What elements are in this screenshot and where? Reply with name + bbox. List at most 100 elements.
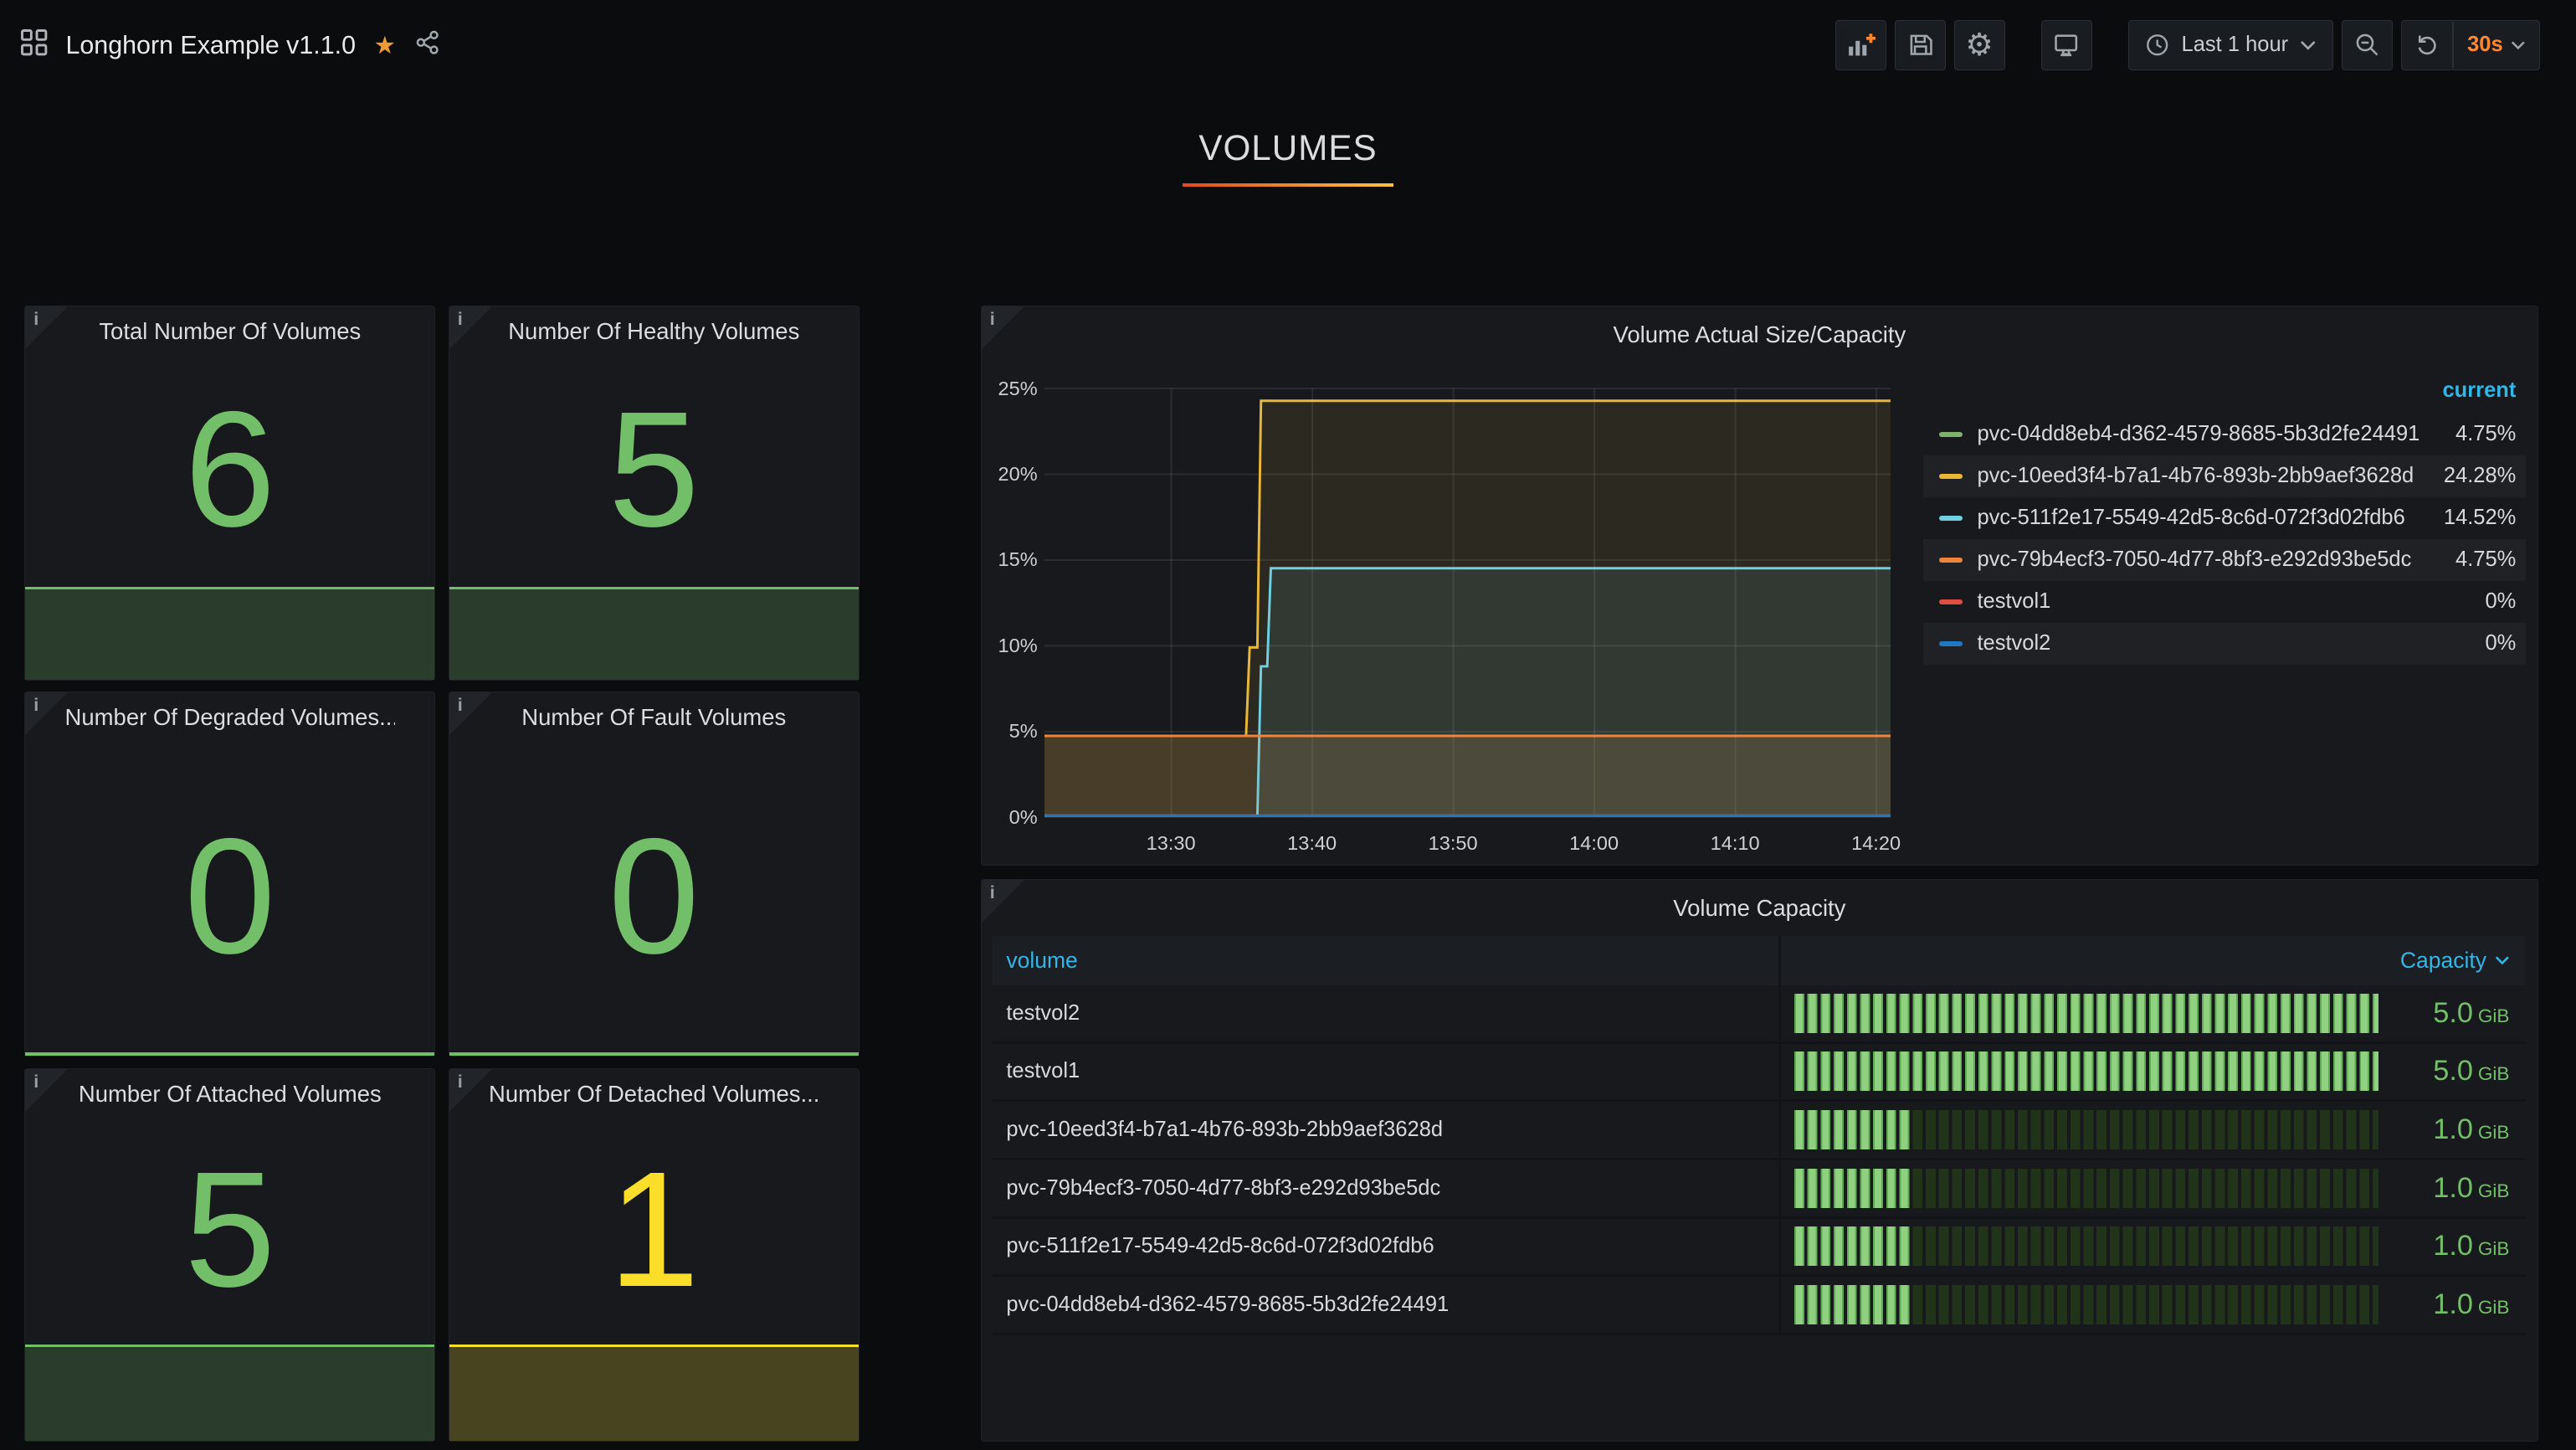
stat-panel-title[interactable]: Number Of Healthy Volumes — [489, 318, 819, 345]
legend-series-name: pvc-79b4ecf3-7050-4d77-8bf3-e292d93be5dc — [1977, 548, 2411, 572]
section-title-text: VOLUMES — [0, 128, 2576, 168]
legend-item[interactable]: pvc-10eed3f4-b7a1-4b76-893b-2bb9aef3628d… — [1923, 455, 2526, 497]
legend-series-name: pvc-10eed3f4-b7a1-4b76-893b-2bb9aef3628d — [1977, 464, 2414, 488]
volume-name-cell: pvc-511f2e17-5549-42d5-8c6d-072f3d02fdb6 — [992, 1219, 1778, 1275]
legend-series-color — [1939, 641, 1962, 646]
stat-bar — [449, 1052, 859, 1056]
stat-panel-title[interactable]: Number Of Fault Volumes — [489, 704, 819, 731]
stat-panel-title[interactable]: Number Of Detached Volumes... — [489, 1081, 819, 1108]
stat-panel-title[interactable]: Number Of Degraded Volumes... — [65, 704, 396, 731]
stat-panel: iNumber Of Fault Volumes0 — [449, 692, 860, 1057]
capacity-value: 5.0 — [2433, 997, 2473, 1030]
x-axis-tick-label: 14:00 — [1556, 832, 1631, 855]
capacity-cell: 1.0GiB — [1778, 1277, 2526, 1333]
capacity-value: 1.0 — [2433, 1172, 2473, 1205]
legend-item[interactable]: pvc-04dd8eb4-d362-4579-8685-5b3d2fe24491… — [1923, 414, 2526, 455]
legend-item[interactable]: pvc-511f2e17-5549-42d5-8c6d-072f3d02fdb6… — [1923, 497, 2526, 539]
capacity-value: 1.0 — [2433, 1288, 2473, 1321]
panel-info-icon[interactable]: i — [449, 306, 492, 349]
capacity-value: 5.0 — [2433, 1055, 2473, 1088]
panel-info-icon[interactable]: i — [25, 1069, 68, 1112]
panel-info-icon[interactable]: i — [25, 306, 68, 349]
save-dashboard-button[interactable] — [1895, 20, 1946, 71]
legend-current-header[interactable]: current — [1923, 378, 2526, 413]
stat-bar — [25, 1345, 434, 1441]
capacity-cell: 1.0GiB — [1778, 1160, 2526, 1216]
legend-series-current-value: 4.75% — [2442, 422, 2516, 446]
cycle-view-mode-button[interactable] — [2041, 20, 2092, 71]
legend-series-color — [1939, 516, 1962, 521]
time-range-picker[interactable]: Last 1 hour — [2128, 20, 2333, 71]
legend-item[interactable]: testvol20% — [1923, 623, 2526, 665]
stat-value: 1 — [449, 1112, 859, 1347]
legend-series-color — [1939, 432, 1962, 437]
capacity-unit: GiB — [2478, 1122, 2510, 1144]
add-panel-icon — [1846, 32, 1876, 58]
grafana-dashboard: Longhorn Example v1.1.0 ★ — [0, 0, 2576, 1449]
zoom-out-icon — [2354, 32, 2380, 58]
table-header-row: volume Capacity — [992, 936, 2526, 985]
capacity-lcd-gauge — [1794, 1052, 2379, 1091]
capacity-unit: GiB — [2478, 1180, 2510, 1202]
legend-series-name: testvol1 — [1977, 589, 2050, 614]
legend-item[interactable]: pvc-79b4ecf3-7050-4d77-8bf3-e292d93be5dc… — [1923, 539, 2526, 581]
chart-legend: current pvc-04dd8eb4-d362-4579-8685-5b3d… — [1923, 378, 2526, 665]
legend-series-name: pvc-04dd8eb4-d362-4579-8685-5b3d2fe24491 — [1977, 422, 2419, 446]
time-series-plot[interactable] — [1044, 388, 1891, 817]
x-axis-tick-label: 13:50 — [1415, 832, 1491, 855]
legend-series-color — [1939, 558, 1962, 563]
stat-value: 5 — [25, 1112, 434, 1347]
dashboard-settings-button[interactable]: ⚙ — [1954, 20, 2005, 71]
refresh-icon — [2414, 33, 2439, 57]
save-icon — [1907, 32, 1933, 58]
chart-panel-volume-actual-size: i Volume Actual Size/Capacity 0%5%10%15%… — [981, 306, 2538, 866]
stat-panel: iNumber Of Degraded Volumes...0 — [24, 692, 435, 1057]
stat-bar — [449, 1345, 859, 1441]
volume-name-cell: pvc-10eed3f4-b7a1-4b76-893b-2bb9aef3628d — [992, 1102, 1778, 1158]
column-header-capacity[interactable]: Capacity — [1778, 936, 2526, 985]
column-header-volume[interactable]: volume — [992, 936, 1778, 985]
table-body: testvol25.0GiBtestvol15.0GiBpvc-10eed3f4… — [992, 985, 2526, 1335]
capacity-cell: 1.0GiB — [1778, 1219, 2526, 1275]
chart-panel-title[interactable]: Volume Actual Size/Capacity — [1047, 321, 2471, 348]
time-range-label: Last 1 hour — [2182, 33, 2289, 57]
stat-bar — [25, 1052, 434, 1056]
zoom-out-time-button[interactable] — [2342, 20, 2393, 71]
panel-info-icon[interactable]: i — [982, 880, 1024, 923]
x-axis-tick-label: 14:10 — [1697, 832, 1773, 855]
refresh-button[interactable] — [2402, 21, 2453, 70]
x-axis-tick-label: 13:30 — [1133, 832, 1208, 855]
table-row: testvol15.0GiB — [992, 1044, 2526, 1103]
volume-name-cell: pvc-79b4ecf3-7050-4d77-8bf3-e292d93be5dc — [992, 1160, 1778, 1216]
volume-name-cell: pvc-04dd8eb4-d362-4579-8685-5b3d2fe24491 — [992, 1277, 1778, 1333]
panel-info-icon[interactable]: i — [449, 692, 492, 735]
monitor-icon — [2053, 32, 2079, 58]
share-icon[interactable] — [414, 29, 440, 62]
table-row: testvol25.0GiB — [992, 985, 2526, 1044]
stat-bar — [449, 587, 859, 680]
capacity-value: 1.0 — [2433, 1113, 2473, 1146]
panel-info-icon[interactable]: i — [449, 1069, 492, 1112]
legend-series-name: pvc-511f2e17-5549-42d5-8c6d-072f3d02fdb6 — [1977, 506, 2404, 530]
dashboard-grid-icon[interactable] — [20, 28, 48, 63]
dashboard-title[interactable]: Longhorn Example v1.1.0 — [65, 31, 356, 60]
volume-name-cell: testvol2 — [992, 985, 1778, 1041]
capacity-cell: 5.0GiB — [1778, 985, 2526, 1041]
table-panel-title[interactable]: Volume Capacity — [1047, 895, 2471, 922]
panel-info-icon[interactable]: i — [25, 692, 68, 735]
stat-panel-title[interactable]: Number Of Attached Volumes — [65, 1081, 396, 1108]
stat-panel: iNumber Of Detached Volumes... 1 — [449, 1068, 860, 1442]
add-panel-button[interactable] — [1835, 20, 1886, 71]
stat-panel-title[interactable]: Total Number Of Volumes — [65, 318, 396, 345]
capacity-unit: GiB — [2478, 1297, 2510, 1319]
refresh-interval-dropdown[interactable]: 30s — [2454, 21, 2538, 70]
legend-series-color — [1939, 599, 1962, 604]
section-title-underline — [1183, 183, 1393, 187]
panel-info-icon[interactable]: i — [982, 306, 1024, 349]
legend-series-current-value: 0% — [2472, 589, 2517, 614]
x-axis-tick-label: 14:20 — [1838, 832, 1913, 855]
favorite-star-icon[interactable]: ★ — [374, 33, 396, 58]
capacity-value: 1.0 — [2433, 1230, 2473, 1262]
legend-item[interactable]: testvol1 0% — [1923, 581, 2526, 623]
table-row: pvc-10eed3f4-b7a1-4b76-893b-2bb9aef3628d… — [992, 1102, 2526, 1160]
